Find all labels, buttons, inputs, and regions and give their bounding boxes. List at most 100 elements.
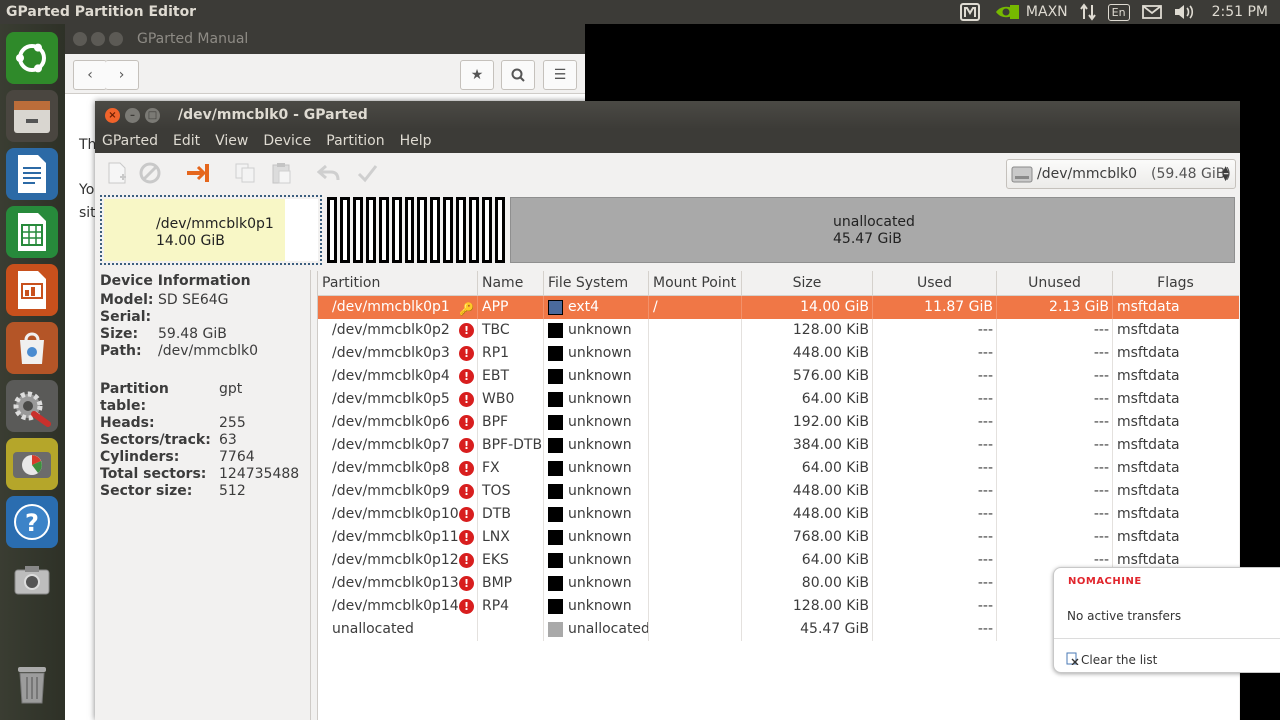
table-row[interactable]: /dev/mmcblk0p4! EBT unknown 576.00 KiB --- --… [318,365,1239,388]
filesystem-label: unallocated [568,621,649,637]
cell-unused: --- [997,365,1113,388]
table-row[interactable]: /dev/mmcblk0p11! LNX unknown 768.00 KiB --- -… [318,526,1239,549]
menu-help[interactable]: Help [400,133,432,149]
warning-icon: ! [459,415,474,430]
clock[interactable]: 2:51 PM [1212,4,1268,20]
bookmark-star-icon[interactable]: ★ [460,60,494,90]
forward-button[interactable]: › [105,60,139,90]
small-partitions-block[interactable] [327,197,505,263]
screenshot-icon[interactable] [6,554,58,606]
table-row[interactable]: /dev/mmcblk0p3! RP1 unknown 448.00 KiB --- --… [318,342,1239,365]
table-row[interactable]: /dev/mmcblk0p1 🔑 APP ext4 /14.00 GiB 11.87 Gi… [318,296,1239,319]
keyboard-layout-indicator[interactable]: En [1107,3,1130,21]
col-mountpoint[interactable]: Mount Point [649,271,742,295]
volume-icon[interactable] [1174,2,1196,22]
nomachine-tray-icon[interactable] [959,2,980,22]
small-partition-block[interactable] [339,197,350,263]
network-arrows-icon[interactable] [1079,2,1096,22]
col-filesystem[interactable]: File System [544,271,649,295]
cell-name: FX [478,457,544,480]
filesystem-color-swatch [548,438,563,453]
close-icon[interactable]: × [105,107,120,123]
system-settings-icon[interactable] [6,380,58,432]
apply-icon[interactable] [355,161,379,185]
table-row[interactable]: /dev/mmcblk0p7! BPF-DTB unknown 384.00 KiB -… [318,434,1239,457]
filesystem-label: unknown [568,575,632,591]
col-size[interactable]: Size [742,271,873,295]
nvidia-icon[interactable] [994,2,1020,22]
minimize-icon[interactable]: – [125,107,140,123]
small-partition-block[interactable] [417,197,428,263]
col-unused[interactable]: Unused [997,271,1113,295]
libreoffice-writer-icon[interactable] [6,148,58,200]
small-partition-block[interactable] [443,197,454,263]
table-row[interactable]: /dev/mmcblk0p8! FX unknown 64.00 KiB --- --- m… [318,457,1239,480]
toolbar: /dev/mmcblk0 (59.48 GiB) ▲ ▼ [95,153,1240,193]
table-row[interactable]: /dev/mmcblk0p9! TOS unknown 448.00 KiB --- --… [318,480,1239,503]
files-icon[interactable] [6,90,58,142]
small-partition-block[interactable] [482,197,492,263]
clear-list-button[interactable]: Clear the list [1066,652,1157,668]
trash-icon[interactable] [6,658,58,710]
col-used[interactable]: Used [873,271,997,295]
cell-name: EBT [478,365,544,388]
search-icon[interactable] [501,60,535,90]
help-icon[interactable]: ? [6,496,58,548]
small-partition-block[interactable] [327,197,337,263]
small-partition-block[interactable] [365,197,376,263]
small-partition-block[interactable] [404,197,415,263]
ubuntu-dash-icon[interactable] [6,32,58,84]
unallocated-map-size: 45.47 GiB [833,231,902,247]
cell-mountpoint [649,434,742,457]
small-partition-block[interactable] [494,197,505,263]
undo-icon[interactable] [317,161,341,185]
table-row[interactable]: /dev/mmcblk0p6! BPF unknown 192.00 KiB --- --… [318,411,1239,434]
menu-gparted[interactable]: GParted [102,133,158,149]
col-flags[interactable]: Flags [1113,271,1238,295]
mail-icon[interactable] [1141,2,1162,22]
partition-map-p1[interactable]: /dev/mmcblk0p1 14.00 GiB [100,195,322,265]
libreoffice-calc-icon[interactable] [6,206,58,258]
software-center-icon[interactable] [6,322,58,374]
menu-icon[interactable]: ☰ [543,60,577,90]
cell-name: LNX [478,526,544,549]
small-partition-block[interactable] [469,197,480,263]
small-partition-block[interactable] [352,197,363,263]
cell-filesystem: unknown [544,457,649,480]
power-mode-label[interactable]: MAXN [1026,4,1068,20]
col-partition[interactable]: Partition [318,271,478,295]
maximize-icon[interactable]: □ [145,107,160,123]
paste-icon[interactable] [269,161,293,185]
filesystem-label: unknown [568,506,632,522]
small-partition-block[interactable] [430,197,441,263]
new-partition-icon[interactable] [105,161,129,185]
table-row[interactable]: /dev/mmcblk0p2! TBC unknown 128.00 KiB --- --… [318,319,1239,342]
small-partition-block[interactable] [378,197,389,263]
menu-device[interactable]: Device [263,133,311,149]
device-selector[interactable]: /dev/mmcblk0 (59.48 GiB) ▲ ▼ [1006,159,1236,189]
table-row[interactable]: /dev/mmcblk0p5! WB0 unknown 64.00 KiB --- ---… [318,388,1239,411]
cell-flags: msftdata [1117,299,1180,315]
copy-icon[interactable] [233,161,257,185]
partition-path: /dev/mmcblk0p1 [332,299,450,315]
resize-move-icon[interactable] [186,161,210,185]
system-tray: MAXN En 2:51 PM [959,2,1280,22]
table-row[interactable]: /dev/mmcblk0p10! DTB unknown 448.00 KiB --- -… [318,503,1239,526]
back-button[interactable]: ‹ [73,60,107,90]
maximize-icon[interactable] [109,32,123,46]
cell-filesystem: unknown [544,549,649,572]
small-partition-block[interactable] [456,197,467,263]
close-icon[interactable] [73,32,87,46]
cell-partition: /dev/mmcblk0p14! [318,595,478,618]
menu-view[interactable]: View [215,133,248,149]
libreoffice-impress-icon[interactable] [6,264,58,316]
partition-map-unallocated[interactable]: unallocated 45.47 GiB [510,197,1235,263]
menu-partition[interactable]: Partition [326,133,384,149]
small-partition-block[interactable] [391,197,402,263]
minimize-icon[interactable] [91,32,105,46]
delete-partition-icon[interactable] [138,161,162,185]
gparted-launcher-icon[interactable] [6,438,58,490]
cell-flags: msftdata [1117,414,1180,430]
menu-edit[interactable]: Edit [173,133,200,149]
col-name[interactable]: Name [478,271,544,295]
